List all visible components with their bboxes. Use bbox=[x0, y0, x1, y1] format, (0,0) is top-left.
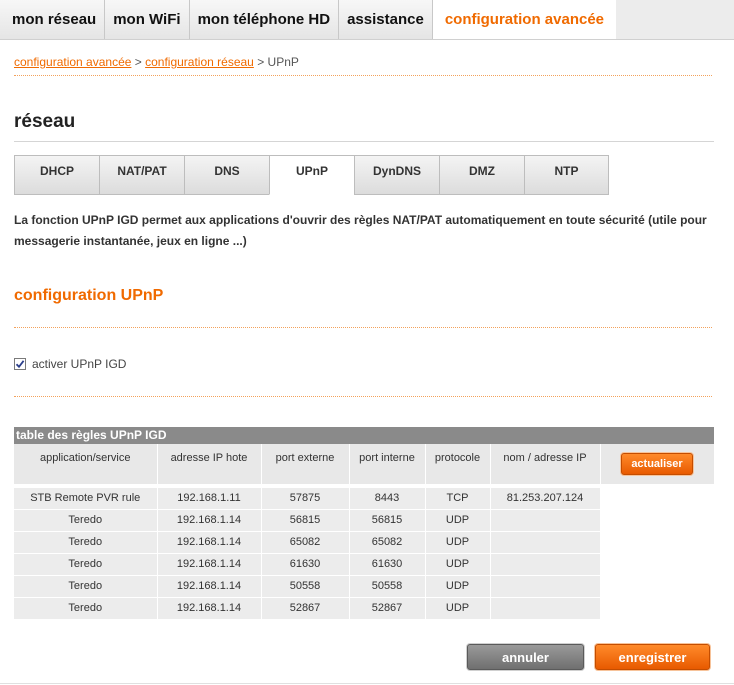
activate-upnp-label: activer UPnP IGD bbox=[32, 357, 127, 371]
activate-upnp-checkbox[interactable] bbox=[14, 358, 26, 370]
column-header: nom / adresse IP bbox=[490, 444, 601, 484]
tab-dmz[interactable]: DMZ bbox=[439, 155, 524, 195]
table-cell: UDP bbox=[425, 575, 491, 598]
table-cell: 61630 bbox=[261, 553, 350, 576]
table-cell: 50558 bbox=[349, 575, 426, 598]
table-cell bbox=[490, 575, 601, 598]
table-cell: 56815 bbox=[261, 509, 350, 532]
table-cell: STB Remote PVR rule bbox=[14, 487, 158, 510]
table-cell bbox=[490, 553, 601, 576]
table-cell bbox=[490, 509, 601, 532]
save-button[interactable]: enregistrer bbox=[595, 644, 710, 670]
table-caption: table des règles UPnP IGD bbox=[14, 427, 714, 444]
table-cell: 50558 bbox=[261, 575, 350, 598]
top-navigation: mon réseau mon WiFi mon téléphone HD ass… bbox=[0, 0, 734, 40]
nav-tab-mon-reseau[interactable]: mon réseau bbox=[0, 0, 106, 39]
table-row: Teredo 192.168.1.14 65082 65082 UDP bbox=[14, 531, 715, 554]
tab-dhcp[interactable]: DHCP bbox=[14, 155, 99, 195]
table-cell bbox=[490, 531, 601, 554]
table-cell: 192.168.1.14 bbox=[157, 597, 262, 620]
table-cell: UDP bbox=[425, 597, 491, 620]
column-header: protocole bbox=[425, 444, 491, 484]
table-row: Teredo 192.168.1.14 52867 52867 UDP bbox=[14, 597, 715, 620]
column-header: adresse IP hote bbox=[157, 444, 262, 484]
table-cell: 52867 bbox=[261, 597, 350, 620]
activate-upnp-row: activer UPnP IGD bbox=[14, 357, 126, 371]
subtabs: DHCP NAT/PAT DNS UPnP DynDNS DMZ NTP bbox=[14, 155, 609, 195]
table-cell: TCP bbox=[425, 487, 491, 510]
dotted-divider bbox=[14, 75, 712, 76]
dotted-divider bbox=[14, 396, 712, 397]
table-cell: 57875 bbox=[261, 487, 350, 510]
tab-upnp[interactable]: UPnP bbox=[269, 155, 354, 195]
breadcrumb-separator: > bbox=[131, 55, 146, 69]
section-heading-upnp: configuration UPnP bbox=[14, 287, 164, 304]
table-header-row: application/service adresse IP hote port… bbox=[14, 444, 715, 484]
checkmark-icon bbox=[15, 360, 25, 369]
nav-tab-assistance[interactable]: assistance bbox=[339, 0, 433, 39]
nav-tab-mon-wifi[interactable]: mon WiFi bbox=[105, 0, 190, 39]
column-header: port interne bbox=[349, 444, 426, 484]
column-header: application/service bbox=[14, 444, 158, 484]
table-cell: Teredo bbox=[14, 531, 158, 554]
table-cell: 192.168.1.14 bbox=[157, 531, 262, 554]
cancel-button[interactable]: annuler bbox=[467, 644, 584, 670]
title-divider bbox=[14, 141, 714, 142]
table-cell: 61630 bbox=[349, 553, 426, 576]
table-row: STB Remote PVR rule 192.168.1.11 57875 8… bbox=[14, 487, 715, 510]
table-cell: UDP bbox=[425, 531, 491, 554]
nav-tab-mon-telephone-hd[interactable]: mon téléphone HD bbox=[189, 0, 340, 39]
tab-dyndns[interactable]: DynDNS bbox=[354, 155, 439, 195]
table-cell: 192.168.1.11 bbox=[157, 487, 262, 510]
table-cell: 81.253.207.124 bbox=[490, 487, 601, 510]
description-text: La fonction UPnP IGD permet aux applicat… bbox=[14, 213, 707, 248]
breadcrumb-current: UPnP bbox=[267, 55, 299, 69]
tab-nat-pat[interactable]: NAT/PAT bbox=[99, 155, 184, 195]
table-cell: 65082 bbox=[349, 531, 426, 554]
table-cell: 192.168.1.14 bbox=[157, 509, 262, 532]
upnp-rules-table: application/service adresse IP hote port… bbox=[14, 444, 715, 620]
breadcrumb-separator: > bbox=[253, 55, 268, 69]
table-cell: 52867 bbox=[349, 597, 426, 620]
dotted-divider bbox=[14, 327, 712, 328]
table-row: Teredo 192.168.1.14 50558 50558 UDP bbox=[14, 575, 715, 598]
table-cell bbox=[490, 597, 601, 620]
table-cell: 192.168.1.14 bbox=[157, 553, 262, 576]
table-cell: Teredo bbox=[14, 509, 158, 532]
table-cell: UDP bbox=[425, 509, 491, 532]
refresh-button[interactable]: actualiser bbox=[621, 453, 693, 475]
table-cell: 8443 bbox=[349, 487, 426, 510]
table-cell: 56815 bbox=[349, 509, 426, 532]
table-row: Teredo 192.168.1.14 56815 56815 UDP bbox=[14, 509, 715, 532]
nav-tab-configuration-avancee[interactable]: configuration avancée bbox=[432, 0, 617, 39]
table-cell: Teredo bbox=[14, 575, 158, 598]
page-title: réseau bbox=[14, 111, 76, 132]
table-cell: 65082 bbox=[261, 531, 350, 554]
table-cell: Teredo bbox=[14, 597, 158, 620]
breadcrumb-link-configuration-reseau[interactable]: configuration réseau bbox=[145, 55, 254, 69]
breadcrumb-link-configuration-avancee[interactable]: configuration avancée bbox=[14, 55, 131, 69]
table-cell: Teredo bbox=[14, 553, 158, 576]
column-header: port externe bbox=[261, 444, 350, 484]
tab-ntp[interactable]: NTP bbox=[524, 155, 609, 195]
table-row: Teredo 192.168.1.14 61630 61630 UDP bbox=[14, 553, 715, 576]
tab-dns[interactable]: DNS bbox=[184, 155, 269, 195]
refresh-cell: actualiser bbox=[600, 444, 715, 484]
table-cell: 192.168.1.14 bbox=[157, 575, 262, 598]
breadcrumb: configuration avancée > configuration ré… bbox=[14, 55, 299, 69]
table-cell: UDP bbox=[425, 553, 491, 576]
bottom-divider bbox=[0, 683, 734, 684]
